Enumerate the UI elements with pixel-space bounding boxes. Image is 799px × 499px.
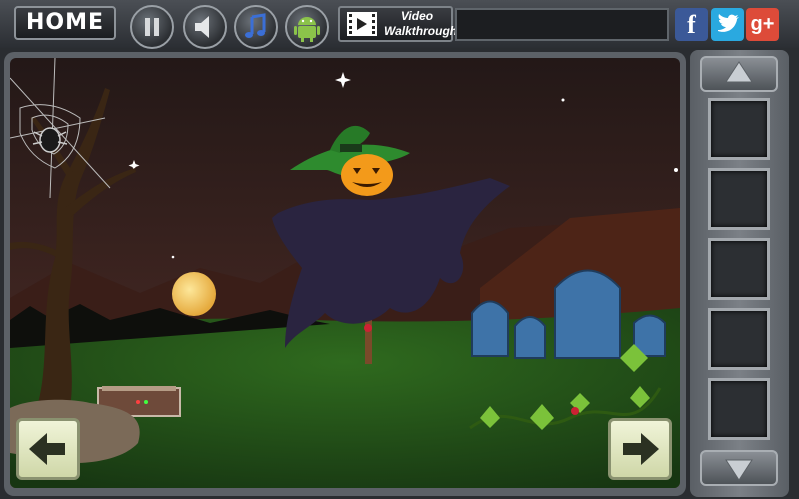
home-button[interactable]: HOME: [14, 6, 116, 40]
chevron-up-icon: [725, 61, 753, 83]
pause-button[interactable]: [130, 5, 174, 49]
inventory-slot-2[interactable]: [708, 168, 770, 230]
facebook-icon: f: [687, 10, 696, 39]
sound-button[interactable]: [183, 5, 227, 49]
music-button[interactable]: [234, 5, 278, 49]
inventory-scroll-down-button[interactable]: [700, 450, 778, 486]
halloween-scene: [10, 58, 680, 488]
facebook-button[interactable]: f: [675, 8, 708, 41]
video-walkthrough-button[interactable]: Video Walkthrough: [338, 6, 458, 42]
googleplus-icon: g+: [750, 13, 775, 35]
game-scene: [10, 58, 680, 488]
speaker-icon: [195, 16, 209, 38]
inventory-slot-5[interactable]: [708, 378, 770, 440]
twitter-bird-icon: [718, 14, 739, 32]
android-button[interactable]: [285, 5, 329, 49]
left-arrow-button[interactable]: [16, 418, 80, 480]
googleplus-button[interactable]: g+: [746, 8, 779, 41]
moon: [172, 272, 216, 316]
message-box: [455, 8, 669, 41]
inventory-slot-4[interactable]: [708, 308, 770, 370]
video-walkthrough-label: Video Walkthrough: [384, 9, 458, 39]
top-toolbar: HOME Video Walkthrough f g+: [0, 0, 799, 49]
right-arrow-button[interactable]: [608, 418, 672, 480]
inventory-slot-1[interactable]: [708, 98, 770, 160]
chevron-down-icon: [725, 459, 753, 481]
video-label-line2: Walkthrough: [384, 24, 458, 38]
inventory-slot-3[interactable]: [708, 238, 770, 300]
film-play-icon: [347, 12, 377, 36]
pause-icon: [145, 18, 159, 36]
twitter-button[interactable]: t: [711, 8, 744, 41]
music-note-icon: [245, 13, 266, 38]
arrow-right-icon: [623, 433, 659, 465]
android-icon: [294, 17, 320, 42]
inventory-scroll-up-button[interactable]: [700, 56, 778, 92]
video-label-line1: Video: [400, 9, 434, 23]
arrow-left-icon: [29, 433, 65, 465]
